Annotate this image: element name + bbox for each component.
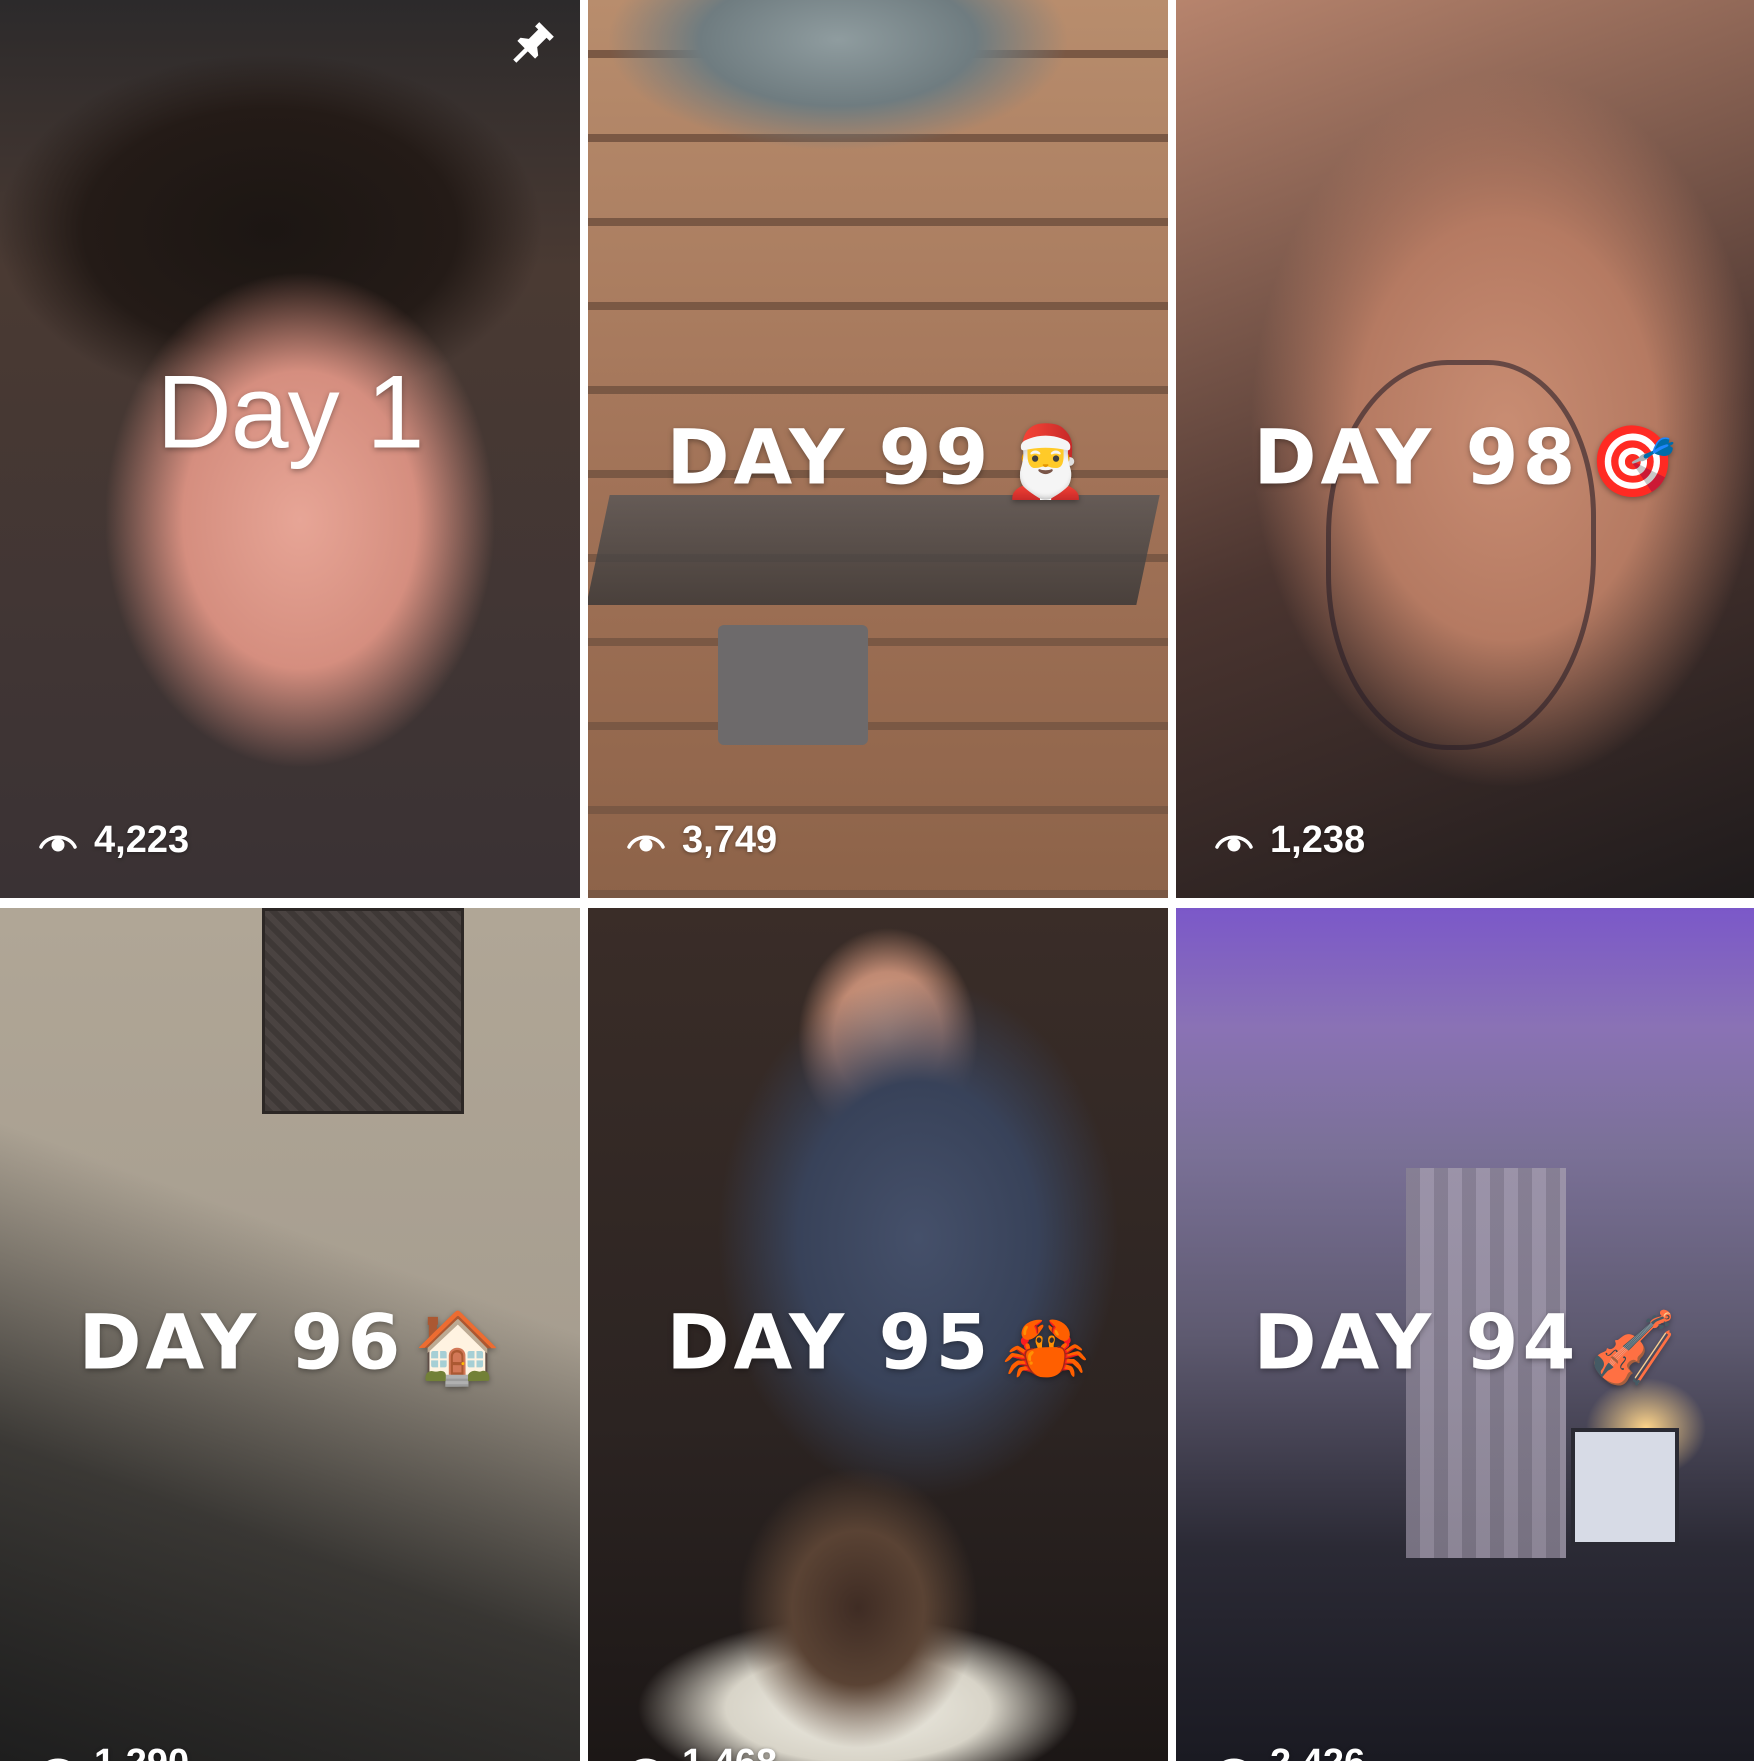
caption-emoji: 🦀 — [1002, 1305, 1090, 1388]
video-tile-day-95[interactable]: DAY 95🦀 1,468 — [588, 908, 1168, 1761]
view-count-value: 3,749 — [682, 819, 778, 861]
caption-emoji: 🏠 — [414, 1305, 502, 1388]
view-count: 4,223 — [38, 819, 189, 862]
pin-icon — [513, 22, 554, 63]
view-count-value: 1,290 — [94, 1742, 189, 1761]
eye-play-icon — [627, 835, 665, 851]
eye-play-icon — [1222, 1758, 1246, 1761]
caption-text: DAY 98 — [1253, 412, 1580, 502]
caption-text: Day 1 — [156, 354, 425, 471]
monitor-shape — [1571, 1428, 1679, 1546]
metal-plate-shape — [262, 908, 464, 1114]
video-tile-day-94[interactable]: DAY 94🎻 2,426 — [1176, 908, 1754, 1761]
view-count: 2,426 — [1214, 1742, 1365, 1761]
eye-play-icon — [1215, 835, 1253, 851]
view-count-value: 1,238 — [1270, 819, 1366, 861]
eye-play-icon — [634, 1758, 658, 1761]
video-tile-day-96[interactable]: DAY 96🏠 1,290 — [0, 908, 580, 1761]
video-caption: DAY 94 🎻 — [1176, 1297, 1754, 1389]
video-caption: DAY 96 🏠 — [0, 1297, 580, 1389]
view-count: 1,238 — [1214, 819, 1365, 862]
shelf-shape — [588, 495, 1160, 605]
caption-emoji: 🎅 — [1002, 420, 1090, 503]
view-count-value: 1,468 — [682, 1742, 777, 1761]
video-tile-day-98[interactable]: DAY 98 🎯 1,238 — [1176, 0, 1754, 898]
caption-text: DAY 94 — [1253, 1297, 1580, 1387]
video-caption: DAY 98 🎯 — [1176, 412, 1754, 504]
eye-play-icon — [39, 835, 77, 851]
caption-text: DAY 95 — [666, 1297, 993, 1387]
caption-text: DAY 96 — [78, 1297, 405, 1387]
view-count: 1,468 — [626, 1742, 777, 1761]
view-count: 3,749 — [626, 819, 777, 862]
door-button-shape — [718, 625, 868, 745]
caption-emoji: 🎻 — [1589, 1305, 1677, 1388]
video-tile-day-1[interactable]: Day 1 4,223 — [0, 0, 580, 898]
video-grid: Day 1 4,223 DAY 99 🎅 3,749 DAY 98 🎯 1,23… — [0, 0, 1754, 1761]
view-count-value: 4,223 — [94, 819, 190, 861]
eye-play-icon — [46, 1758, 70, 1761]
view-count-value: 2,426 — [1270, 1742, 1365, 1761]
view-count: 1,290 — [38, 1742, 189, 1761]
video-caption: Day 1 — [0, 354, 580, 473]
video-caption: DAY 99 🎅 — [588, 412, 1168, 504]
video-caption: DAY 95 🦀 — [588, 1297, 1168, 1389]
caption-text: DAY 99 — [666, 412, 993, 502]
video-tile-day-99[interactable]: DAY 99 🎅 3,749 — [588, 0, 1168, 898]
caption-emoji: 🎯 — [1589, 420, 1677, 503]
